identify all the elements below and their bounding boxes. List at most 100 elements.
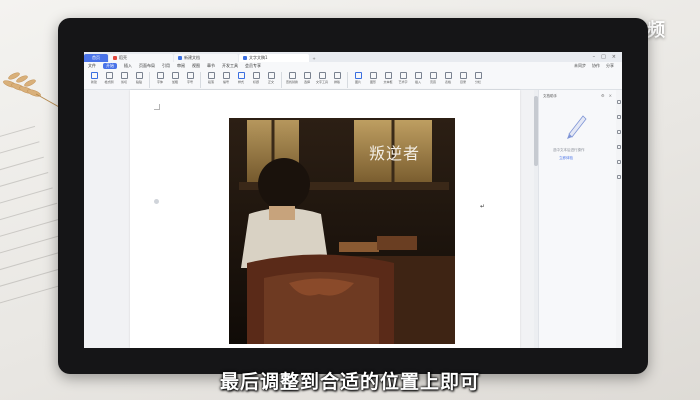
tab-new-document[interactable]: 新建文档 <box>174 54 238 62</box>
columns-icon <box>474 72 482 79</box>
close-icon[interactable]: × <box>612 54 616 60</box>
sync-status[interactable]: 未同步 <box>574 63 586 69</box>
rail-icon[interactable] <box>617 115 621 119</box>
wps-window: 首页 稻壳 新建文档 文字文稿1 + – □ × 文件 开始 插入 页面布局 引… <box>84 52 622 348</box>
tool-font[interactable]: 字体 <box>154 72 166 84</box>
toolbar-divider <box>281 72 282 88</box>
image-content <box>229 118 455 344</box>
menu-bar: 文件 开始 插入 页面布局 引用 审阅 视图 章节 开发工具 会员专享 未同步 … <box>84 62 622 70</box>
share-button[interactable]: 分享 <box>606 63 614 69</box>
tool-columns[interactable]: 分栏 <box>472 72 484 84</box>
text-tools-icon <box>318 72 326 79</box>
tab-current-document[interactable]: 文字文稿1 <box>239 54 309 62</box>
rail-icon[interactable] <box>617 130 621 134</box>
rail-icon[interactable] <box>617 160 621 164</box>
tool-cut[interactable]: 剪切 <box>118 72 130 84</box>
minimize-icon[interactable]: – <box>593 54 596 60</box>
tab-docer[interactable]: 稻壳 <box>109 54 173 62</box>
tool-layout[interactable]: 排版 <box>331 72 343 84</box>
tool-textbox[interactable]: 文本框 <box>382 72 394 84</box>
side-panel-controls: ⚙ × <box>601 93 612 98</box>
styles-icon <box>237 72 245 79</box>
tool-select[interactable]: 选择 <box>301 72 313 84</box>
heading-icon <box>252 72 260 79</box>
tab-label: 首页 <box>92 55 100 60</box>
picture-icon <box>354 72 362 79</box>
menu-file[interactable]: 文件 <box>88 63 96 69</box>
tool-shape[interactable]: 图形 <box>367 72 379 84</box>
tool-find-replace[interactable]: 查找替换 <box>286 72 298 84</box>
tool-bold[interactable]: 加粗 <box>169 72 181 84</box>
inserted-image[interactable]: 叛逆者 <box>229 118 455 344</box>
tab-home[interactable]: 首页 <box>84 54 108 62</box>
scissors-icon <box>120 72 128 79</box>
wordart-icon <box>399 72 407 79</box>
doc-icon <box>178 56 182 60</box>
tool-paste[interactable]: 粘贴 <box>133 72 145 84</box>
textbox-icon <box>384 72 392 79</box>
menu-member[interactable]: 会员专享 <box>245 63 261 69</box>
menu-page-layout[interactable]: 页面布局 <box>139 63 155 69</box>
tool-header[interactable]: 页眉 <box>427 72 439 84</box>
paragraph-handle[interactable] <box>154 199 159 204</box>
new-tab-button[interactable]: + <box>310 54 318 62</box>
tool-toc[interactable]: 目录 <box>457 72 469 84</box>
tool-paragraph[interactable]: 段落 <box>205 72 217 84</box>
insert-icon <box>414 72 422 79</box>
menu-review[interactable]: 审阅 <box>177 63 185 69</box>
shape-icon <box>369 72 377 79</box>
ribbon-toolbar: 新建 格式刷 剪切 粘贴 字体 加粗 字号 段落 编号 样式 标题 正文 查找替… <box>84 70 622 90</box>
menu-view[interactable]: 视图 <box>192 63 200 69</box>
rail-icon[interactable] <box>617 145 621 149</box>
menu-insert[interactable]: 插入 <box>124 63 132 69</box>
maximize-icon[interactable]: □ <box>601 54 606 60</box>
tool-body[interactable]: 正文 <box>265 72 277 84</box>
tool-format-painter[interactable]: 格式刷 <box>103 72 115 84</box>
monitor: 首页 稻壳 新建文档 文字文稿1 + – □ × 文件 开始 插入 页面布局 引… <box>58 18 648 374</box>
tool-heading[interactable]: 标题 <box>250 72 262 84</box>
tab-label: 文字文稿1 <box>249 55 268 60</box>
menu-chapter[interactable]: 章节 <box>207 63 215 69</box>
menu-right-group: 未同步 协作 分享 <box>574 63 622 69</box>
paragraph-icon <box>207 72 215 79</box>
layout-icon <box>333 72 341 79</box>
tool-insert[interactable]: 插入 <box>412 72 424 84</box>
menu-reference[interactable]: 引用 <box>162 63 170 69</box>
document-page[interactable]: 叛逆者 ↵ <box>130 90 520 348</box>
rail-icon[interactable] <box>617 100 621 104</box>
tool-new[interactable]: 新建 <box>88 72 100 84</box>
tool-numbering[interactable]: 编号 <box>220 72 232 84</box>
tab-bar: 首页 稻壳 新建文档 文字文稿1 + – □ × <box>84 52 622 62</box>
tool-wordart[interactable]: 艺术字 <box>397 72 409 84</box>
image-caption: 叛逆者 <box>369 144 421 163</box>
side-panel-link[interactable]: 立即体验 <box>559 156 573 161</box>
clipboard-icon <box>135 72 143 79</box>
text-cursor: ↵ <box>480 203 486 210</box>
header-icon <box>429 72 437 79</box>
table-icon <box>444 72 452 79</box>
side-panel-hint: 选中文本后进行操作 <box>553 148 585 152</box>
tool-table[interactable]: 表格 <box>442 72 454 84</box>
tool-styles[interactable]: 样式 <box>235 72 247 84</box>
margin-corner-mark <box>154 104 160 110</box>
tool-picture[interactable]: 图片 <box>352 72 364 84</box>
close-icon[interactable]: × <box>609 93 612 98</box>
toolbar-divider <box>347 72 348 88</box>
menu-start[interactable]: 开始 <box>103 63 117 69</box>
docer-icon <box>113 56 117 60</box>
collaborate-button[interactable]: 协作 <box>592 63 600 69</box>
toc-icon <box>459 72 467 79</box>
menu-developer[interactable]: 开发工具 <box>222 63 238 69</box>
font-size-icon <box>186 72 194 79</box>
select-icon <box>303 72 311 79</box>
body-text-icon <box>267 72 275 79</box>
tab-label: 稻壳 <box>119 55 127 60</box>
side-panel-title: 文档助手 <box>543 94 557 98</box>
new-icon <box>90 72 98 79</box>
brush-icon <box>105 72 113 79</box>
tool-text-tools[interactable]: 文字工具 <box>316 72 328 84</box>
settings-icon[interactable]: ⚙ <box>601 93 605 98</box>
rail-icon[interactable] <box>617 175 621 179</box>
tool-font-size[interactable]: 字号 <box>184 72 196 84</box>
video-subtitle: 最后调整到合适的位置上即可 <box>219 371 480 393</box>
